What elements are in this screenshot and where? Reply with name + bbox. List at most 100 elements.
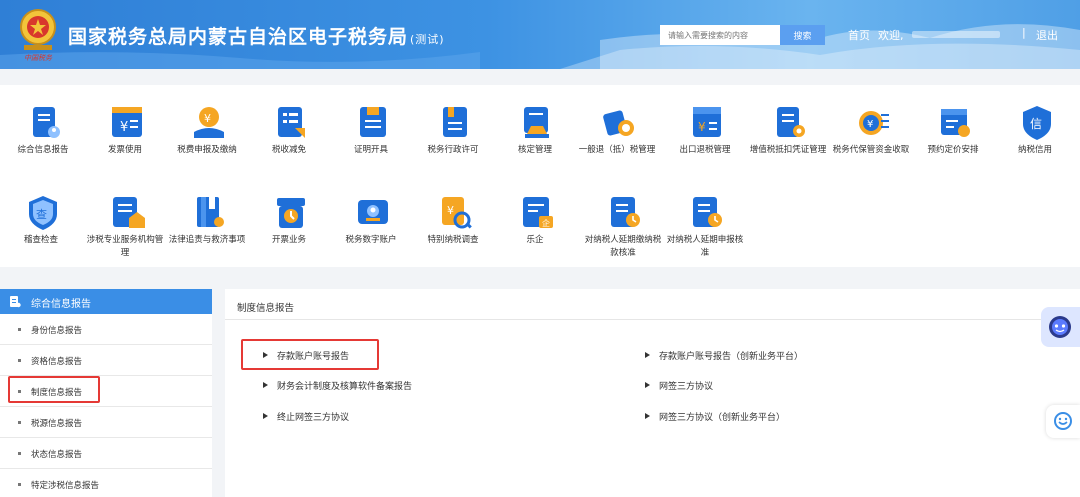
search-input[interactable]: [660, 25, 780, 45]
svg-text:¥: ¥: [204, 112, 211, 125]
func-admin-permit[interactable]: 税务行政许可: [414, 104, 492, 184]
func-label: 法律追责与救济事项: [168, 235, 246, 245]
function-icon-panel: 综合信息报告 ¥ 发票使用 ¥ 税费申报及缴纳 税收减免 证明开具 税务行政许可…: [0, 85, 1080, 267]
sidebar-item-label: 身份信息报告: [31, 326, 83, 336]
doc-user-icon: [33, 107, 60, 138]
func-general-refund[interactable]: 一般退（抵）税管理: [578, 104, 656, 184]
bullet: [18, 452, 21, 455]
func-inspection[interactable]: 查 稽查检查: [2, 194, 80, 274]
bullet: [18, 359, 21, 362]
sidebar-item-identity[interactable]: 身份信息报告: [0, 314, 212, 345]
triangle-right-icon: [645, 382, 650, 388]
certificate-icon: [360, 107, 386, 137]
func-assessment[interactable]: 核定管理: [496, 104, 574, 184]
func-invoice-use[interactable]: ¥ 发票使用: [86, 104, 164, 184]
func-label: 对纳税人延期申报核准: [666, 235, 744, 258]
svg-text:企: 企: [542, 218, 550, 228]
printer-icon: [277, 198, 305, 228]
func-defer-payment[interactable]: 对纳税人延期缴纳税款核准: [584, 194, 662, 274]
sidebar-item-tax-source[interactable]: 税源信息报告: [0, 407, 212, 438]
triangle-right-icon: [263, 413, 268, 419]
investigation-icon: ¥: [442, 197, 472, 229]
func-label: 对纳税人延期缴纳税款核准: [584, 235, 662, 258]
svg-text:¥: ¥: [120, 120, 128, 135]
svg-text:¥: ¥: [698, 120, 706, 134]
func-tax-credit[interactable]: 信 纳税信用: [996, 104, 1074, 184]
chat-bot-icon: [1049, 316, 1071, 338]
digital-account-icon: [358, 200, 388, 224]
svg-text:¥: ¥: [867, 119, 873, 130]
defer-declare-icon: [693, 197, 722, 227]
func-label: 税收减免: [271, 145, 306, 155]
link-deposit-account-innovation[interactable]: 存款账户账号报告（创新业务平台）: [645, 349, 803, 362]
func-label: 税务数字账户: [345, 235, 397, 245]
triangle-right-icon: [263, 382, 268, 388]
link-tripartite-agreement-innovation[interactable]: 网签三方协议（创新业务平台）: [645, 410, 785, 423]
law-book-icon: [197, 197, 224, 227]
sidebar-header[interactable]: 综合信息报告: [0, 289, 212, 314]
export-refund-icon: ¥: [693, 107, 721, 137]
tax-payment-icon: ¥: [194, 107, 224, 138]
svg-text:中国税务: 中国税务: [24, 54, 53, 62]
test-env-suffix: (测试): [410, 33, 445, 46]
func-certificate[interactable]: 证明开具: [332, 104, 410, 184]
func-comprehensive-report[interactable]: 综合信息报告: [4, 104, 82, 184]
highlight-box-link: [241, 339, 379, 370]
invoice-yen-icon: ¥: [112, 107, 142, 137]
welcome-text: 欢迎,: [878, 29, 904, 42]
stamp-icon: [524, 107, 549, 138]
func-export-refund[interactable]: ¥ 出口退税管理: [666, 104, 744, 184]
svg-text:查: 查: [36, 207, 47, 221]
func-invoicing[interactable]: 开票业务: [250, 194, 328, 274]
func-label: 稽查检查: [23, 235, 58, 245]
func-label: 一般退（抵）税管理: [578, 145, 656, 155]
search-button[interactable]: 搜索: [780, 25, 825, 45]
func-digital-account[interactable]: 税务数字账户: [332, 194, 410, 274]
agency-icon: [113, 197, 145, 228]
pricing-icon: [941, 109, 970, 137]
func-leqi[interactable]: 企 乐企: [496, 194, 574, 274]
content-title: 制度信息报告: [237, 303, 295, 314]
func-label: 核定管理: [517, 145, 552, 155]
link-terminate-agreement[interactable]: 终止网签三方协议: [263, 410, 349, 423]
help-service-button[interactable]: [1046, 405, 1080, 438]
func-professional-agency[interactable]: 涉税专业服务机构管理: [86, 194, 164, 274]
bullet: [18, 483, 21, 486]
tax-reduction-icon: [278, 107, 305, 138]
defer-payment-icon: [611, 197, 640, 227]
vat-voucher-icon: [777, 107, 805, 137]
link-accounting-filing[interactable]: 财务会计制度及核算软件备案报告: [263, 379, 412, 392]
report-icon: [10, 296, 21, 308]
func-tax-reduction[interactable]: 税收减免: [250, 104, 328, 184]
func-fund-custody[interactable]: ¥ 税务代保管资金收取: [832, 104, 910, 184]
func-label: 证明开具: [353, 145, 388, 155]
sidebar-item-label: 特定涉税信息报告: [31, 481, 100, 491]
svg-text:¥: ¥: [447, 204, 454, 217]
func-special-investigation[interactable]: ¥ 特别纳税调查: [414, 194, 492, 274]
customer-service-icon: [1054, 412, 1072, 430]
divider: [225, 319, 1045, 320]
func-tax-payment[interactable]: ¥ 税费申报及缴纳: [168, 104, 246, 184]
sidebar-item-status[interactable]: 状态信息报告: [0, 438, 212, 469]
home-link[interactable]: 首页: [848, 27, 870, 43]
enterprise-icon: 企: [523, 197, 553, 228]
func-defer-declaration[interactable]: 对纳税人延期申报核准: [666, 194, 744, 274]
tax-emblem-logo: 中国税务: [20, 9, 56, 62]
sidebar-item-qualification[interactable]: 资格信息报告: [0, 345, 212, 376]
func-label: 纳税信用: [1017, 145, 1052, 155]
func-legal-remedy[interactable]: 法律追责与救济事项: [168, 194, 246, 274]
func-label: 税费申报及缴纳: [177, 145, 237, 155]
func-label: 综合信息报告: [17, 145, 69, 155]
masked-username: [912, 31, 1000, 38]
sidebar-item-specific[interactable]: 特定涉税信息报告: [0, 469, 212, 497]
chat-assistant-button[interactable]: [1041, 307, 1080, 347]
main-content: 制度信息报告 存款账户账号报告 存款账户账号报告（创新业务平台） 财务会计制度及…: [225, 289, 1080, 497]
func-pricing-arrangement[interactable]: 预约定价安排: [914, 104, 992, 184]
bullet: [18, 421, 21, 424]
logout-link[interactable]: 退出: [1036, 27, 1058, 43]
func-label: 出口退税管理: [679, 145, 731, 155]
svg-text:信: 信: [1030, 117, 1042, 131]
link-tripartite-agreement[interactable]: 网签三方协议: [645, 379, 713, 392]
func-vat-voucher[interactable]: 增值税抵扣凭证管理: [749, 104, 827, 184]
func-label: 税务行政许可: [427, 145, 479, 155]
